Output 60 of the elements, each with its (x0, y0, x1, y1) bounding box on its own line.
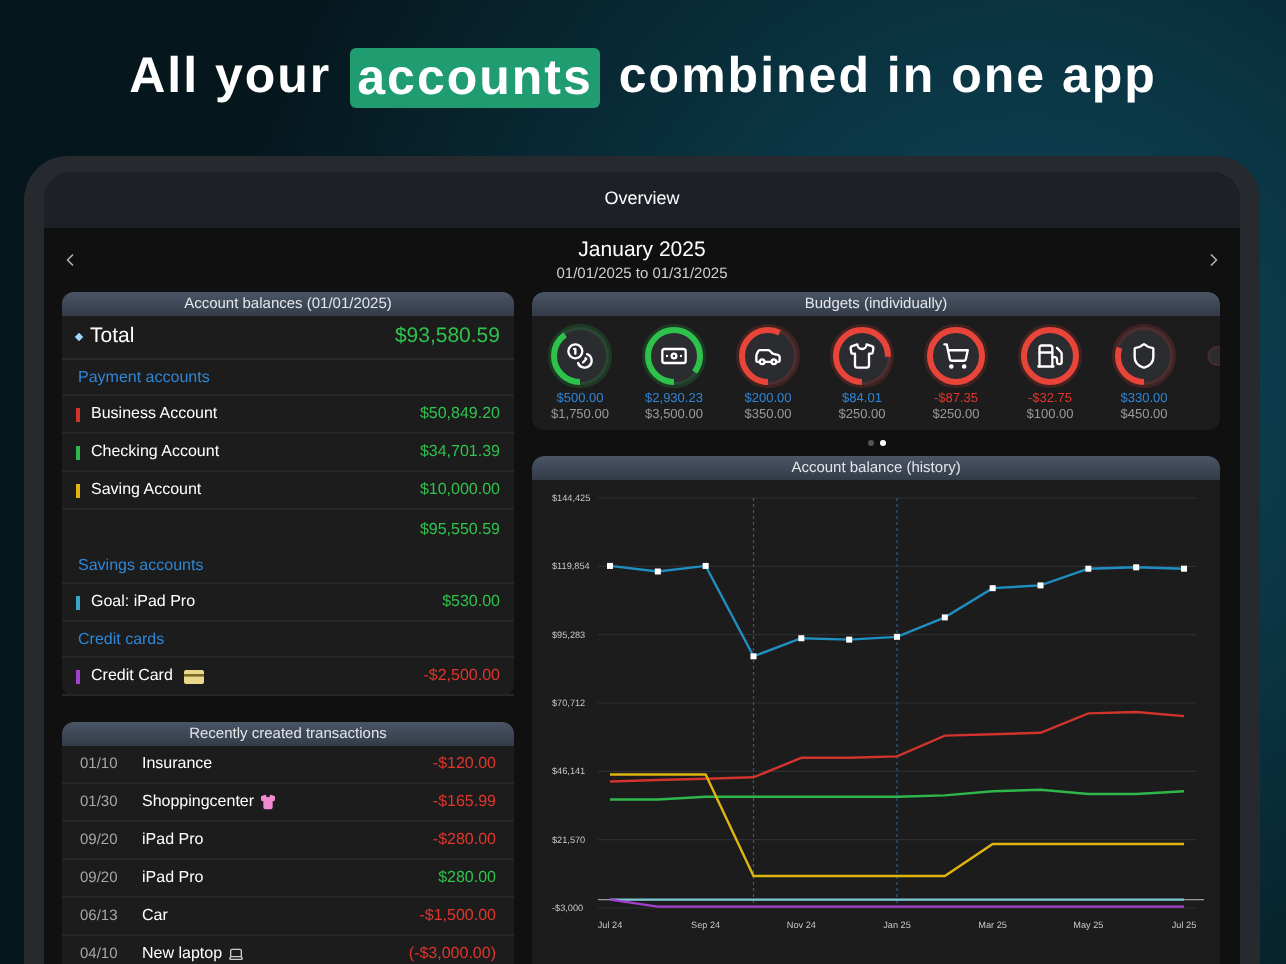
total-amount: $93,580.59 (394, 321, 500, 352)
total-label: Total (90, 321, 135, 352)
account-row[interactable]: Goal: iPad Pro $530.00 (62, 584, 514, 622)
account-name: Credit Card (91, 664, 173, 688)
section-title: Payment accounts (78, 365, 210, 389)
section-title: Savings accounts (78, 553, 204, 577)
transaction-name: Shoppingcenter (142, 790, 255, 814)
laptop-icon (228, 946, 245, 962)
shopping-cart-icon (942, 342, 970, 370)
data-point (750, 653, 757, 660)
transaction-amount: -$280.00 (432, 828, 496, 852)
data-point (989, 585, 996, 592)
data-point (702, 562, 709, 569)
headline-text: combined in one app (618, 46, 1157, 109)
shirt-icon (260, 794, 277, 810)
data-point (1085, 565, 1092, 572)
month-title: January 2025 (578, 237, 706, 263)
account-name: Business Account (91, 402, 218, 426)
shirt-icon (848, 342, 876, 370)
data-point (1181, 565, 1187, 572)
account-row[interactable]: Business Account $50,849.20 (62, 396, 514, 434)
banknote-icon (660, 342, 688, 370)
transaction-name: iPad Pro (142, 866, 204, 890)
data-point (1133, 564, 1140, 571)
account-amount: $50,849.20 (419, 402, 500, 426)
headline-text: All your (129, 46, 332, 109)
data-point (798, 635, 805, 642)
credit-card-icon (184, 669, 205, 683)
shield-icon (1130, 342, 1158, 370)
data-point (607, 562, 613, 569)
transaction-amount: $280.00 (438, 866, 496, 890)
transaction-name: Car (142, 904, 168, 928)
section-title: Credit cards (78, 627, 165, 651)
account-amount: $530.00 (442, 590, 500, 614)
subtotal-amount: $95,550.59 (419, 517, 500, 541)
account-amount: $34,701.39 (419, 440, 500, 464)
account-row[interactable]: Saving Account $10,000.00 (62, 472, 514, 510)
account-name: Goal: iPad Pro (91, 590, 196, 614)
transaction-name: iPad Pro (142, 828, 204, 852)
transaction-amount: (-$3,000.00) (408, 942, 496, 964)
transaction-amount: -$1,500.00 (419, 904, 496, 928)
coins-icon (566, 342, 594, 370)
account-name: Saving Account (91, 478, 202, 502)
fuel-pump-icon (1036, 342, 1064, 370)
account-amount: -$2,500.00 (423, 664, 500, 688)
account-amount: $10,000.00 (419, 478, 500, 502)
transaction-name: New laptop (142, 942, 223, 964)
transaction-amount: -$120.00 (432, 752, 496, 776)
data-point (1037, 582, 1044, 589)
transaction-name: Insurance (142, 752, 213, 776)
account-row[interactable]: Checking Account $34,701.39 (62, 434, 514, 472)
transaction-amount: -$165.99 (432, 790, 496, 814)
data-point (846, 636, 853, 643)
account-row[interactable]: Credit Card -$2,500.00 (62, 658, 514, 696)
headline-highlight: accounts (349, 48, 601, 108)
window-title: Overview (604, 186, 680, 213)
data-point (941, 614, 948, 621)
data-point (894, 633, 900, 640)
data-point (654, 568, 661, 575)
account-name: Checking Account (91, 440, 220, 464)
